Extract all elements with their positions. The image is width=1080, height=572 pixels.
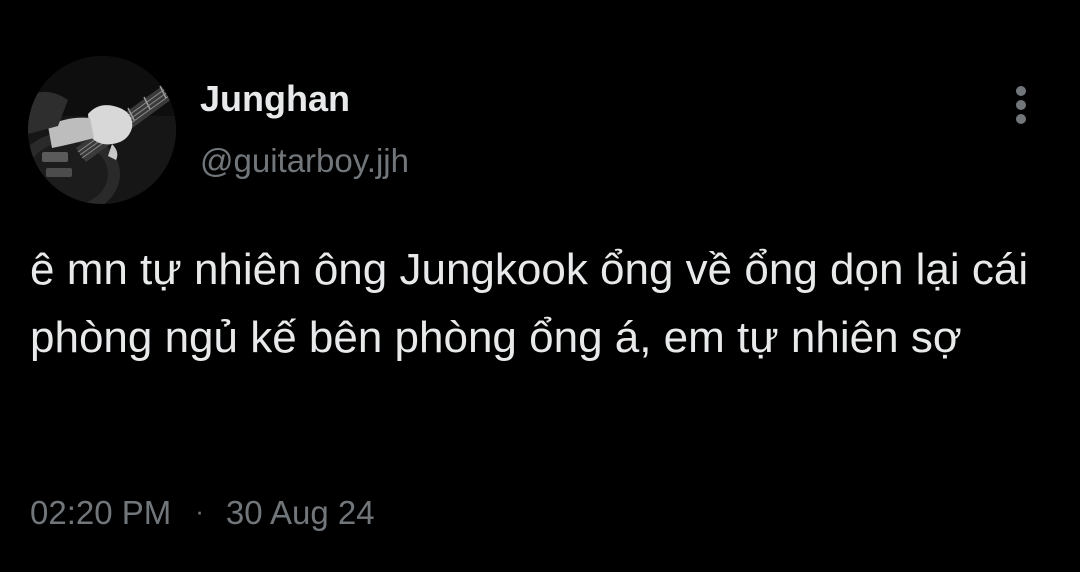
tweet-meta: 02:20 PM · 30 Aug 24 bbox=[30, 494, 375, 532]
more-options-button[interactable] bbox=[1004, 82, 1040, 126]
tweet-text: ê mn tự nhiên ông Jungkook ổng về ổng dọ… bbox=[30, 245, 1029, 362]
display-name[interactable]: Junghan bbox=[200, 78, 350, 120]
guitar-photo-icon bbox=[28, 56, 176, 204]
more-vertical-icon-dot bbox=[1016, 100, 1026, 110]
tweet-card: Junghan @guitarboy.jjh ê mn tự nhiên ông… bbox=[0, 0, 1080, 572]
tweet-date[interactable]: 30 Aug 24 bbox=[226, 494, 375, 531]
tweet-time: 02:20 PM bbox=[30, 494, 172, 531]
more-vertical-icon bbox=[1016, 86, 1026, 96]
avatar[interactable] bbox=[28, 56, 176, 204]
meta-separator: · bbox=[195, 496, 204, 526]
user-handle[interactable]: @guitarboy.jjh bbox=[200, 142, 409, 180]
more-vertical-icon-dot bbox=[1016, 114, 1026, 124]
